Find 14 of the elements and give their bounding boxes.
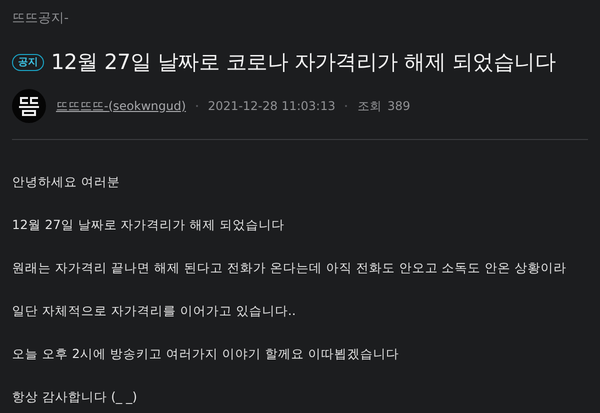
body-paragraph: 오늘 오후 2시에 방송키고 여러가지 이야기 할께요 이따뵙겠습니다 (12, 345, 400, 363)
views-label: 조회 (357, 98, 382, 114)
body-paragraph: 항상 감사합니다 (_ _) (12, 388, 138, 406)
view-count: 389 (387, 99, 410, 113)
body-paragraph: 일단 자체적으로 자가격리를 이어가고 있습니다.. (12, 302, 297, 320)
body-paragraph: 원래는 자가격리 끝나면 해제 된다고 전화가 온다는데 아직 전화도 안오고 소독도 안온 상황이라 (12, 259, 568, 277)
body-paragraph: 12월 27일 날짜로 자가격리가 해제 되었습니다 (12, 216, 286, 234)
avatar-icon[interactable] (12, 89, 46, 123)
post-title: 12월 27일 날짜로 코로나 자가격리가 해제 되었습니다 (51, 49, 556, 76)
post-date: 2021-12-28 11:03:13 (208, 99, 336, 113)
notice-badge: 공지 (12, 54, 44, 70)
body-paragraph: 안녕하세요 여러분 (12, 173, 121, 191)
board-category[interactable]: 뜨뜨공지- (12, 10, 69, 28)
author-name[interactable]: 뜨뜨뜨뜨-(seokwngud) (56, 98, 186, 114)
